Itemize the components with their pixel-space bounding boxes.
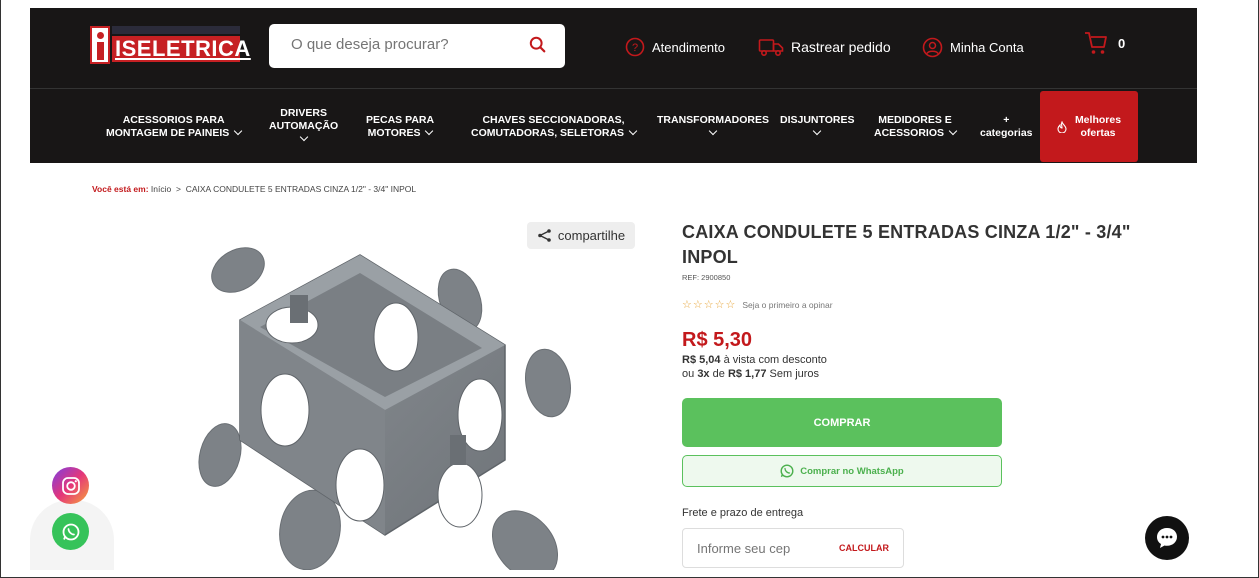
search-icon[interactable] [529, 36, 547, 54]
chevron-down-icon [948, 126, 958, 136]
search-box[interactable] [269, 24, 565, 68]
cep-input[interactable] [697, 541, 817, 556]
user-circle-icon [922, 37, 943, 58]
chevron-down-icon [708, 126, 718, 136]
flame-icon [1057, 120, 1067, 133]
minha-conta-label: Minha Conta [950, 40, 1024, 55]
rating-text: Seja o primeiro a opinar [742, 299, 833, 310]
whatsapp-buy-label: Comprar no WhatsApp [800, 465, 904, 477]
share-icon [538, 229, 551, 242]
product-rating[interactable]: ☆☆☆☆☆ Seja o primeiro a opinar [682, 298, 833, 311]
buy-button[interactable]: COMPRAR [682, 398, 1002, 447]
breadcrumb-prefix: Você está em: [92, 184, 149, 194]
whatsapp-buy-button[interactable]: Comprar no WhatsApp [682, 455, 1002, 487]
payment-info: R$ 5,04 à vista com desconto ou 3x de R$… [682, 354, 827, 380]
cart-icon [1085, 32, 1107, 54]
chevron-down-icon [234, 126, 243, 136]
share-button[interactable]: compartilhe [527, 222, 635, 249]
cep-form: CALCULAR [682, 528, 904, 568]
rating-stars-icon: ☆☆☆☆☆ [682, 299, 737, 311]
chevron-down-icon [425, 126, 434, 136]
atendimento-link[interactable]: ? Atendimento [625, 37, 725, 57]
cart-button[interactable]: 0 [1084, 30, 1125, 56]
rastrear-pedido-label: Rastrear pedido [791, 39, 891, 55]
help-circle-icon: ? [625, 37, 645, 57]
nav-item-mais-categorias[interactable]: + categorias [980, 114, 1033, 140]
nav-item-disjuntores[interactable]: DISJUNTORES [780, 114, 855, 140]
atendimento-label: Atendimento [652, 39, 725, 55]
calculate-button[interactable]: CALCULAR [839, 543, 889, 553]
chevron-down-icon [813, 126, 822, 136]
nav-item-chaves[interactable]: CHAVES SECCIONADORAS, COMUTADORAS, SELET… [471, 114, 638, 140]
rastrear-pedido-link[interactable]: Rastrear pedido [758, 37, 891, 57]
nav-item-acessorios[interactable]: ACESSORIOS PARA MONTAGEM DE PAINEIS [106, 114, 243, 140]
top-header: ISELETRICA ? Atendimento Rastrear pedido… [30, 8, 1197, 88]
whatsapp-icon [62, 523, 79, 540]
chevron-down-icon [299, 132, 308, 142]
nav-item-melhores-ofertas[interactable]: Melhores ofertas [1040, 91, 1138, 162]
product-image[interactable] [160, 225, 590, 570]
chevron-down-icon [628, 126, 638, 136]
chat-bubble-icon [1157, 528, 1177, 548]
logo-text: ISELETRICA [112, 36, 250, 62]
pix-price: R$ 5,04 [682, 354, 721, 366]
site-logo[interactable]: ISELETRICA [90, 26, 250, 64]
svg-text:?: ? [632, 42, 638, 54]
truck-icon [758, 39, 784, 57]
share-label: compartilhe [557, 228, 626, 243]
whatsapp-icon [780, 464, 794, 478]
product-ref: REF: 2900850 [682, 273, 731, 282]
instagram-icon [61, 476, 80, 495]
nav-item-drivers[interactable]: DRIVERS AUTOMAÇÃO [269, 107, 338, 146]
breadcrumb: Você está em: Início > CAIXA CONDULETE 5… [92, 184, 416, 194]
product-price: R$ 5,30 [682, 329, 753, 351]
logo-mark-icon [90, 26, 110, 64]
breadcrumb-separator: > [175, 184, 181, 194]
nav-item-transformadores[interactable]: TRANSFORMADORES [657, 114, 769, 140]
shipping-label: Frete e prazo de entrega [682, 507, 804, 519]
minha-conta-link[interactable]: Minha Conta [922, 37, 1024, 58]
instagram-button[interactable] [52, 467, 89, 504]
nav-item-pecas[interactable]: PECAS PARA MOTORES [366, 114, 434, 140]
whatsapp-float-button[interactable] [52, 513, 89, 550]
product-title: CAIXA CONDULETE 5 ENTRADAS CINZA 1/2" - … [682, 222, 1131, 267]
breadcrumb-home[interactable]: Início [151, 184, 171, 194]
nav-item-medidores[interactable]: MEDIDORES E ACESSORIOS [874, 114, 958, 140]
search-input[interactable] [291, 36, 521, 53]
cart-count: 0 [1118, 35, 1126, 51]
chat-button[interactable] [1145, 516, 1189, 560]
breadcrumb-current: CAIXA CONDULETE 5 ENTRADAS CINZA 1/2" - … [185, 184, 417, 194]
category-nav: ACESSORIOS PARA MONTAGEM DE PAINEIS DRIV… [30, 88, 1197, 163]
